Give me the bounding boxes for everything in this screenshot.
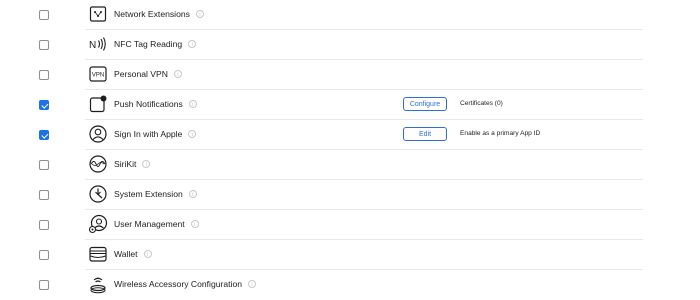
sign-in-apple-icon bbox=[88, 124, 108, 144]
info-icon[interactable] bbox=[142, 159, 151, 171]
capability-row-personal-vpn: VPN Personal VPN bbox=[0, 60, 700, 90]
capability-name: NFC Tag Reading bbox=[114, 38, 197, 51]
info-icon[interactable] bbox=[188, 39, 197, 51]
capability-checkbox[interactable] bbox=[39, 220, 49, 230]
capability-checkbox[interactable] bbox=[39, 250, 49, 260]
capability-checkbox[interactable] bbox=[39, 190, 49, 200]
capability-checkbox[interactable] bbox=[39, 40, 49, 50]
capability-checkbox[interactable] bbox=[39, 100, 49, 110]
push-notifications-icon bbox=[88, 94, 108, 114]
capability-name: Wallet bbox=[114, 248, 152, 261]
capability-name: Personal VPN bbox=[114, 68, 182, 81]
capability-checkbox[interactable] bbox=[39, 160, 49, 170]
vpn-icon: VPN bbox=[88, 64, 108, 84]
capability-name: SiriKit bbox=[114, 158, 151, 171]
sirikit-icon bbox=[88, 154, 108, 174]
capability-row-system-extension: System Extension bbox=[0, 180, 700, 210]
info-icon[interactable] bbox=[143, 249, 152, 261]
capability-row-wallet: Wallet bbox=[0, 240, 700, 270]
capability-checkbox[interactable] bbox=[39, 70, 49, 80]
capability-row-push-notifications: Push Notifications Configure Certificate… bbox=[0, 90, 700, 120]
svg-text:N: N bbox=[89, 40, 96, 51]
info-icon[interactable] bbox=[188, 129, 197, 141]
wallet-icon bbox=[88, 244, 108, 264]
capability-name: Sign In with Apple bbox=[114, 128, 197, 141]
info-icon[interactable] bbox=[173, 69, 182, 81]
capability-row-user-management: User Management bbox=[0, 210, 700, 240]
certificates-count: Certificates (0) bbox=[460, 100, 503, 107]
capability-checkbox[interactable] bbox=[39, 10, 49, 20]
wireless-accessory-icon bbox=[88, 274, 108, 294]
capability-name: System Extension bbox=[114, 188, 197, 201]
capability-checkbox[interactable] bbox=[39, 280, 49, 290]
capability-name: User Management bbox=[114, 218, 199, 231]
capability-row-nfc-tag-reading: N NFC Tag Reading bbox=[0, 30, 700, 60]
capability-row-network-extensions: Network Extensions bbox=[0, 0, 700, 30]
capability-name: Push Notifications bbox=[114, 98, 197, 111]
info-icon[interactable] bbox=[188, 99, 197, 111]
nfc-icon: N bbox=[88, 34, 108, 54]
capability-row-sirikit: SiriKit bbox=[0, 150, 700, 180]
configure-button[interactable]: Configure bbox=[403, 97, 447, 111]
info-icon[interactable] bbox=[188, 189, 197, 201]
info-icon[interactable] bbox=[195, 9, 204, 21]
primary-app-id-note: Enable as a primary App ID bbox=[460, 130, 541, 137]
capability-name: Network Extensions bbox=[114, 8, 204, 21]
capability-checkbox[interactable] bbox=[39, 130, 49, 140]
info-icon[interactable] bbox=[248, 279, 256, 291]
system-extension-icon bbox=[88, 184, 108, 204]
capabilities-list: Network Extensions N NFC Tag Reading VPN… bbox=[0, 0, 700, 296]
edit-button[interactable]: Edit bbox=[403, 127, 447, 141]
info-icon[interactable] bbox=[190, 219, 199, 231]
capability-row-sign-in-with-apple: Sign In with Apple Edit Enable as a prim… bbox=[0, 120, 700, 150]
capability-name: Wireless Accessory Configuration bbox=[114, 278, 256, 291]
user-management-icon bbox=[88, 214, 108, 234]
svg-text:VPN: VPN bbox=[92, 73, 104, 79]
network-extensions-icon bbox=[88, 4, 108, 24]
